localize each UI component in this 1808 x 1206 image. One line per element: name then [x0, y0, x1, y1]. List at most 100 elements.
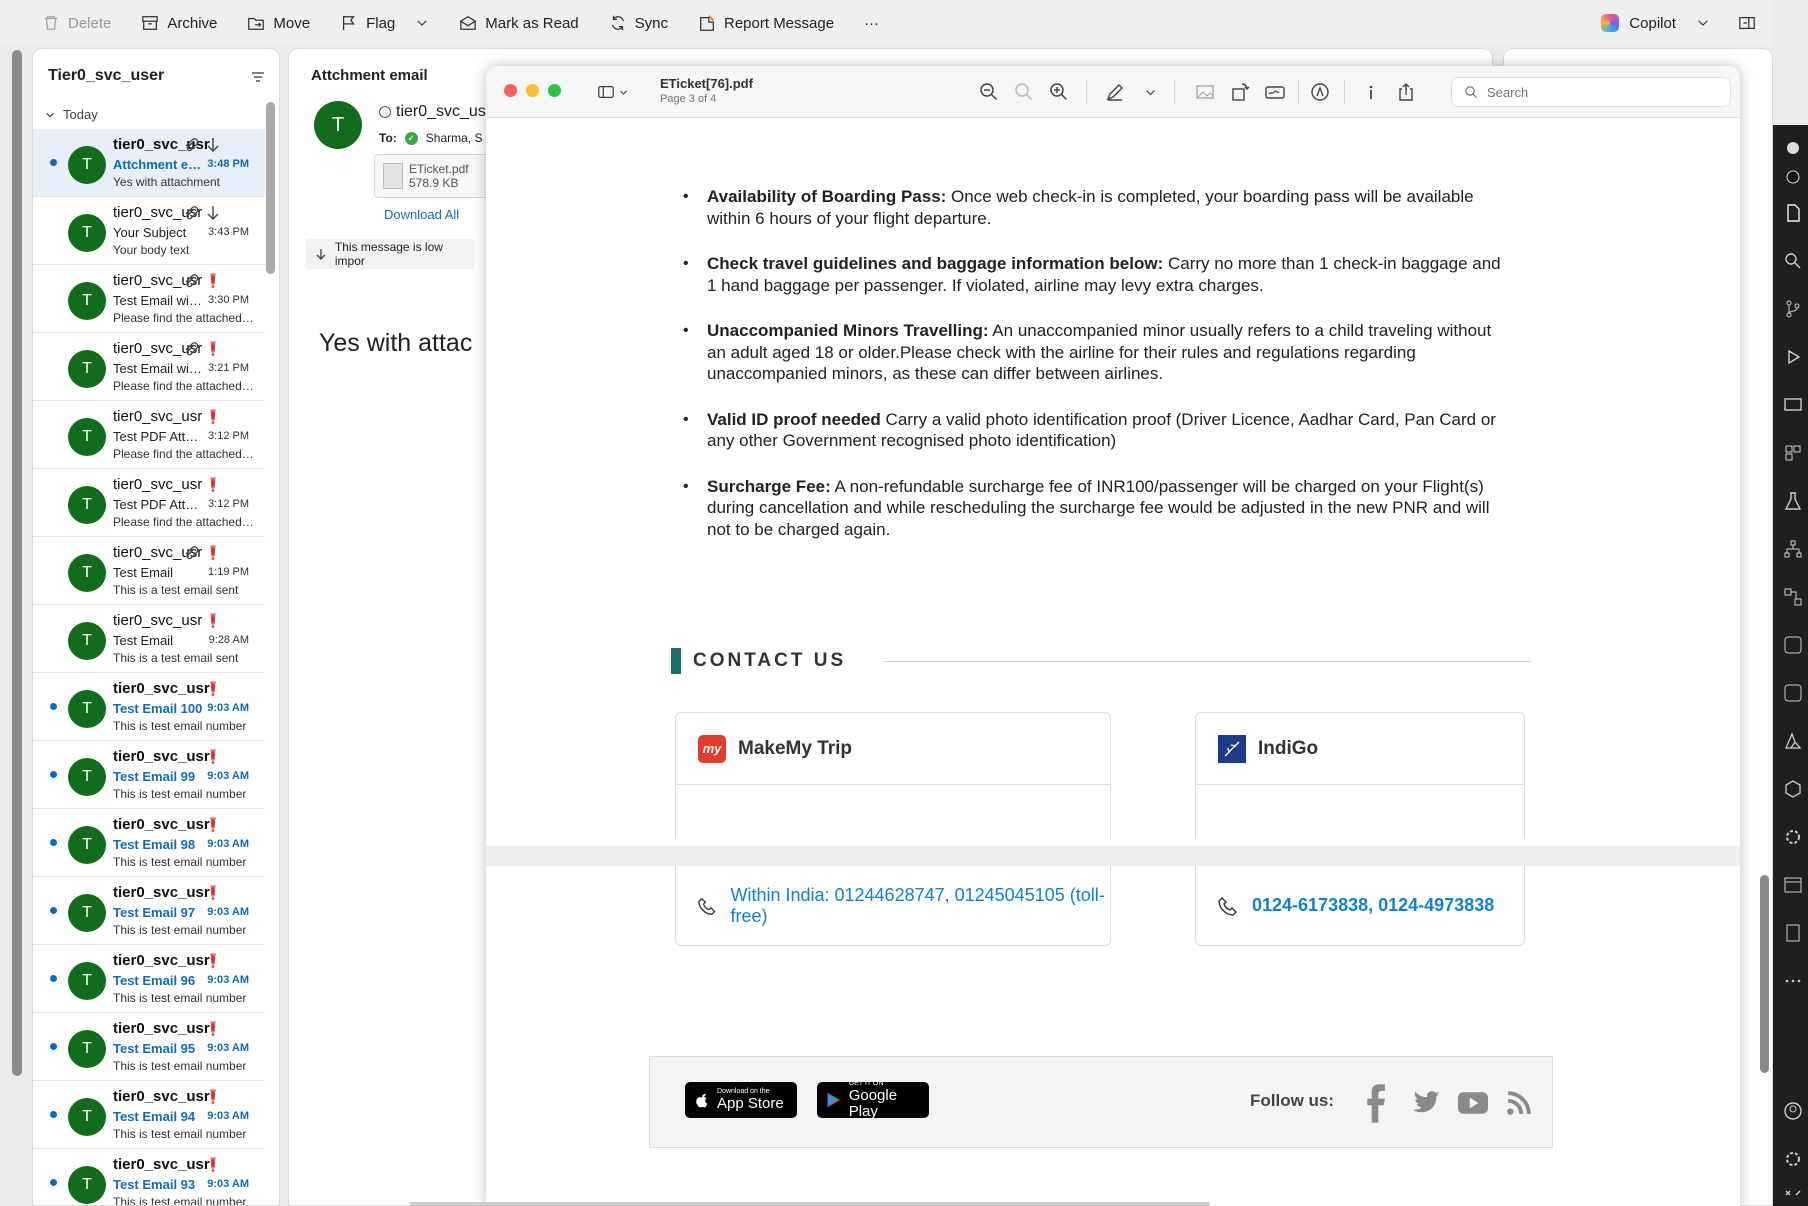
mail-list-item[interactable]: Ttier0_svc_usr Your Subject 3:43 PM Your bo… [33, 197, 265, 265]
sender-name[interactable]: tier0_svc_us [396, 103, 486, 121]
search-field[interactable]: Search [1451, 77, 1731, 107]
archive-button[interactable]: Archive [141, 14, 217, 32]
recipient-name[interactable]: Sharma, S [426, 131, 483, 145]
mail-list-item[interactable]: Ttier0_svc_usr Test Email 100 9:03 AM This … [33, 673, 265, 741]
mail-list-item[interactable]: Ttier0_svc_usr Test PDF Attachment 3:12 PM… [33, 401, 265, 469]
explorer-icon[interactable] [1783, 203, 1803, 223]
document-icon[interactable] [1783, 923, 1803, 943]
mark-as-read-button[interactable]: Mark as Read [459, 14, 579, 32]
flag-button[interactable]: Flag [340, 14, 429, 32]
docker-icon[interactable] [1783, 683, 1803, 703]
mail-list-item[interactable]: Ttier0_svc_usr Test Email 98 9:03 AM This i… [33, 809, 265, 877]
flag-label: Flag [366, 14, 396, 32]
report-message-button[interactable]: Report Message [698, 14, 834, 32]
search-icon[interactable] [1783, 251, 1803, 271]
youtube-icon[interactable] [1456, 1077, 1490, 1129]
mail-list-item[interactable]: Ttier0_svc_usrTest Email with attachment… [33, 333, 265, 401]
testing-icon[interactable] [1783, 491, 1803, 511]
mail-list-item[interactable]: Ttier0_svc_usr Test Email 94 9:03 AM This i… [33, 1081, 265, 1149]
hierarchy-icon[interactable] [1783, 539, 1803, 559]
makemytrip-phone[interactable]: Within India: 01244628747, 01245045105 (… [730, 885, 1110, 927]
mail-list-item[interactable]: Ttier0_svc_usr Test Email 9:28 AM This is a… [33, 605, 265, 673]
remote-explorer-icon[interactable] [1783, 395, 1803, 415]
mail-list-item[interactable]: Ttier0_svc_usrAttchment email3:48 PMYes … [33, 129, 265, 197]
record-icon[interactable] [1783, 167, 1803, 187]
panel-toggle-icon[interactable] [1738, 14, 1756, 32]
google-play-badge[interactable]: GET IT ON Google Play [817, 1080, 929, 1120]
mail-list-item[interactable]: Ttier0_svc_usrTest Email with attachment… [33, 265, 265, 333]
indigo-phone[interactable]: 0124-6173838, 0124-4973838 [1252, 895, 1494, 916]
app-store-big-text: App Store [717, 1095, 784, 1112]
facebook-icon[interactable] [1360, 1077, 1390, 1129]
markup-pen-button[interactable] [1103, 80, 1127, 104]
rss-icon[interactable] [1503, 1077, 1535, 1129]
mail-list-item[interactable]: Ttier0_svc_usr Test Email 96 9:03 AM This i… [33, 945, 265, 1013]
source-control-icon[interactable] [1783, 299, 1803, 319]
mail-list-item[interactable]: Ttier0_svc_usr Test Email 95 9:03 AM This i… [33, 1013, 265, 1081]
mail-sender: tier0_svc_usr [113, 1020, 210, 1037]
pdf-file-icon [383, 163, 403, 189]
zoom-out-button[interactable] [977, 80, 1001, 104]
extensions-icon[interactable] [1783, 443, 1803, 463]
package-icon[interactable] [1783, 779, 1803, 799]
chevron-down-icon[interactable] [1696, 16, 1710, 30]
copilot-button[interactable]: Copilot [1601, 0, 1756, 46]
zoom-in-button[interactable] [1047, 80, 1071, 104]
actual-size-button[interactable] [1012, 80, 1036, 104]
settings-gear-icon[interactable] [1783, 827, 1803, 847]
info-button[interactable] [1359, 80, 1383, 104]
low-importance-text: This message is low impor [334, 240, 443, 268]
app-store-badge[interactable]: Download on the App Store [685, 1082, 797, 1118]
mail-list-item[interactable]: Ttier0_svc_usr Test Email 93 9:03 AM This i… [33, 1149, 265, 1205]
graph-icon[interactable] [1783, 587, 1803, 607]
unread-indicator [50, 1043, 57, 1050]
markup-menu-button[interactable] [1138, 80, 1162, 104]
group-header-today[interactable]: Today [45, 107, 98, 122]
mail-list-item[interactable]: Ttier0_svc_usr Test PDF Attachment 3:12 PM… [33, 469, 265, 537]
download-all-link[interactable]: Download All [384, 207, 459, 222]
image-tool-button[interactable] [1193, 80, 1217, 104]
side-panel-scrollbar[interactable] [1760, 875, 1769, 1073]
mail-list-item[interactable]: Ttier0_svc_usr Test Email 99 9:03 AM This i… [33, 741, 265, 809]
guideline-item: Valid ID proof needed Carry a valid phot… [683, 409, 1507, 452]
sidebar-toggle-button[interactable] [591, 79, 633, 105]
kubernetes-icon[interactable] [1783, 635, 1803, 655]
twitter-icon[interactable] [1410, 1077, 1444, 1129]
annotate-button[interactable] [1308, 80, 1332, 104]
sync-button[interactable]: Sync [609, 14, 668, 32]
mail-time: 9:03 AM [207, 1042, 249, 1054]
high-importance-icon [210, 613, 216, 628]
manage-gear-icon[interactable] [1783, 1149, 1803, 1169]
flag-icon [343, 16, 355, 31]
move-button[interactable]: Move [247, 14, 310, 32]
more-icon[interactable] [1783, 971, 1803, 991]
run-debug-icon[interactable] [1783, 347, 1803, 367]
minimize-window-button[interactable] [526, 84, 539, 97]
mail-time: 3:21 PM [208, 362, 249, 374]
guideline-item: Unaccompanied Minors Travelling: An unac… [683, 320, 1507, 385]
rotate-button[interactable] [1228, 80, 1252, 104]
more-options-button[interactable]: ··· [864, 15, 879, 32]
sender-avatar[interactable]: T [314, 101, 362, 149]
apple-menu-icon[interactable] [1783, 137, 1803, 157]
zoom-window-button[interactable] [548, 84, 561, 97]
mail-time: 1:19 PM [208, 566, 249, 578]
pdf-page-3: Availability of Boarding Pass: Once web … [649, 118, 1553, 838]
account-icon[interactable] [1783, 1101, 1803, 1121]
chevron-down-icon[interactable] [415, 16, 429, 30]
folder-pane-scrollbar[interactable] [12, 50, 22, 1076]
mail-list-item[interactable]: Ttier0_svc_usr Test Email 1:19 PM This is a… [33, 537, 265, 605]
delete-button[interactable]: Delete [42, 14, 111, 32]
remote-indicator-icon[interactable] [1783, 1183, 1803, 1203]
read-status-radio[interactable] [379, 106, 391, 118]
sign-button[interactable] [1263, 80, 1287, 104]
message-list-scrollbar[interactable] [266, 102, 275, 274]
toolbar-divider [1174, 80, 1175, 104]
panel-layout-icon[interactable] [1783, 875, 1803, 895]
mail-list-item[interactable]: Ttier0_svc_usr Test Email 97 9:03 AM This i… [33, 877, 265, 945]
phone-icon [1218, 896, 1237, 916]
share-button[interactable] [1394, 80, 1418, 104]
close-window-button[interactable] [504, 84, 517, 97]
filter-icon[interactable] [250, 69, 266, 85]
azure-icon[interactable] [1783, 731, 1803, 751]
